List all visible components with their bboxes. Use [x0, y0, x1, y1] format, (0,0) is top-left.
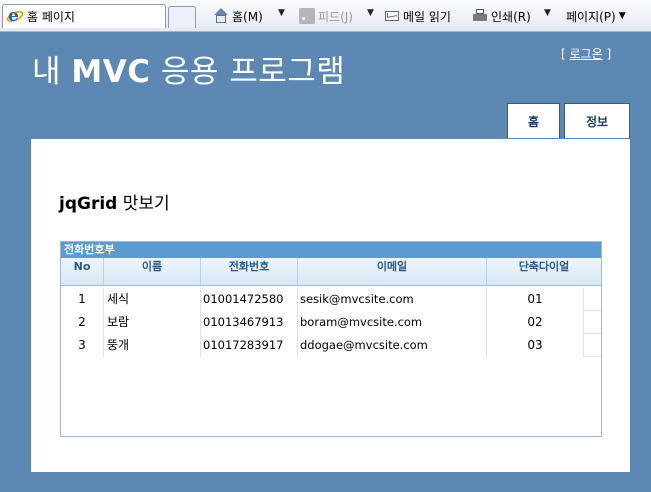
new-tab-button[interactable]	[168, 6, 196, 28]
cell-speed-dial: 01	[487, 288, 584, 311]
feed-icon	[299, 8, 315, 24]
home-command[interactable]: 홈(M)	[213, 7, 263, 25]
cell-phone: 01017283917	[201, 334, 298, 357]
login-link[interactable]: 로그온	[570, 47, 603, 61]
login-bracket-open: [	[561, 47, 570, 61]
cell-phone: 01001472580	[201, 288, 298, 311]
column-header-name[interactable]: 이름	[104, 258, 201, 286]
browser-tab[interactable]: e 홈 페이지	[2, 4, 166, 28]
column-header-email[interactable]: 이메일	[298, 258, 487, 286]
table-row[interactable]: 2 보람 01013467913 boram@mvcsite.com 02	[61, 311, 601, 334]
login-display: [ 로그온 ]	[561, 45, 611, 62]
title-suffix: 응용 프로그램	[150, 54, 346, 90]
cell-email: sesik@mvcsite.com	[298, 288, 487, 311]
column-header-speed-dial[interactable]: 단축다이얼	[487, 258, 601, 286]
cell-no: 2	[61, 311, 104, 334]
cell-name: 세식	[104, 288, 201, 311]
cell-no: 3	[61, 334, 104, 357]
column-header-no[interactable]: No	[61, 258, 104, 286]
grid-header: No 이름 전화번호 이메일 단축다이얼	[61, 258, 601, 286]
feeds-dropdown-arrow-icon[interactable]: ▼	[367, 8, 374, 18]
cell-name: 보람	[104, 311, 201, 334]
cell-speed-dial: 02	[487, 311, 584, 334]
read-mail-command-label: 메일 읽기	[403, 9, 451, 24]
feeds-command[interactable]: 피드(J)	[299, 7, 353, 25]
heading-bold: jqGrid	[59, 194, 118, 214]
print-dropdown-arrow-icon[interactable]: ▼	[544, 8, 551, 18]
cell-name: 뚱개	[104, 334, 201, 357]
table-row[interactable]: 3 뚱개 01017283917 ddogae@mvcsite.com 03	[61, 334, 601, 357]
cell-phone: 01013467913	[201, 311, 298, 334]
title-prefix: 내	[32, 54, 72, 90]
menu-tab-about[interactable]: 정보	[564, 103, 630, 138]
table-row[interactable]: 1 세식 01001472580 sesik@mvcsite.com 01	[61, 288, 601, 311]
mail-icon	[384, 8, 400, 24]
content-heading: jqGrid 맛보기	[59, 189, 170, 214]
grid-body: 1 세식 01001472580 sesik@mvcsite.com 01 2 …	[61, 286, 601, 357]
home-command-label: 홈(M)	[232, 9, 263, 24]
browser-tab-title: 홈 페이지	[27, 10, 75, 24]
page-command[interactable]: 페이지(P) ▼	[566, 7, 626, 25]
title-bold: MVC	[71, 54, 151, 90]
print-command-label: 인쇄(R)	[491, 9, 531, 24]
ie-logo-icon: e	[4, 6, 26, 26]
page-dropdown-arrow-icon: ▼	[618, 11, 626, 21]
read-mail-command[interactable]: 메일 읽기	[384, 7, 451, 25]
print-command[interactable]: 인쇄(R)	[472, 7, 531, 25]
menu-tab-home[interactable]: 홈	[507, 103, 560, 138]
home-icon	[213, 8, 229, 24]
cell-speed-dial: 03	[487, 334, 584, 357]
column-header-phone[interactable]: 전화번호	[201, 258, 298, 286]
page-title: 내 MVC 응용 프로그램	[32, 46, 345, 91]
cell-no: 1	[61, 288, 104, 311]
cell-email: boram@mvcsite.com	[298, 311, 487, 334]
grid-caption: 전화번호부	[61, 242, 601, 258]
jqgrid-phonebook: 전화번호부 No 이름 전화번호 이메일 단축다이얼 1 세식 01001472…	[60, 241, 602, 437]
home-dropdown-arrow-icon[interactable]: ▼	[278, 8, 285, 18]
browser-toolbar: e 홈 페이지 홈(M) ▼ 피드(J) ▼ 메일 읽기 인쇄(R) ▼ 페이지…	[0, 0, 651, 32]
login-bracket-close: ]	[602, 47, 612, 61]
page-command-label: 페이지(P)	[566, 9, 616, 24]
printer-icon	[472, 8, 488, 24]
heading-rest: 맛보기	[117, 194, 170, 214]
feeds-command-label: 피드(J)	[318, 9, 353, 24]
cell-email: ddogae@mvcsite.com	[298, 334, 487, 357]
main-content: jqGrid 맛보기 전화번호부 No 이름 전화번호 이메일 단축다이얼 1 …	[31, 139, 630, 472]
